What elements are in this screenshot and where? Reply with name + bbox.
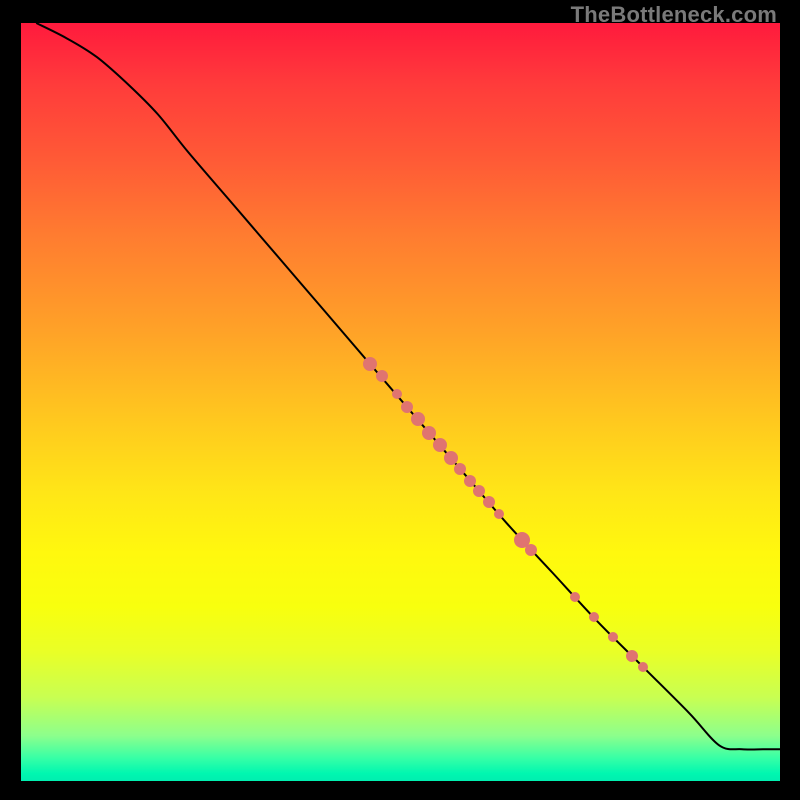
data-point [433, 438, 447, 452]
curve-svg [21, 23, 780, 781]
data-point [454, 463, 466, 475]
data-point [363, 357, 377, 371]
data-point [608, 632, 618, 642]
data-point [444, 451, 458, 465]
data-point [525, 544, 537, 556]
data-point [392, 389, 402, 399]
main-curve [36, 23, 780, 749]
data-point [473, 485, 485, 497]
data-point [494, 509, 504, 519]
data-point [422, 426, 436, 440]
stage: TheBottleneck.com [0, 0, 800, 800]
data-point [483, 496, 495, 508]
data-point [401, 401, 413, 413]
data-point [570, 592, 580, 602]
data-point [589, 612, 599, 622]
data-point [376, 370, 388, 382]
data-point [626, 650, 638, 662]
data-point [411, 412, 425, 426]
data-point [464, 475, 476, 487]
data-point [638, 662, 648, 672]
